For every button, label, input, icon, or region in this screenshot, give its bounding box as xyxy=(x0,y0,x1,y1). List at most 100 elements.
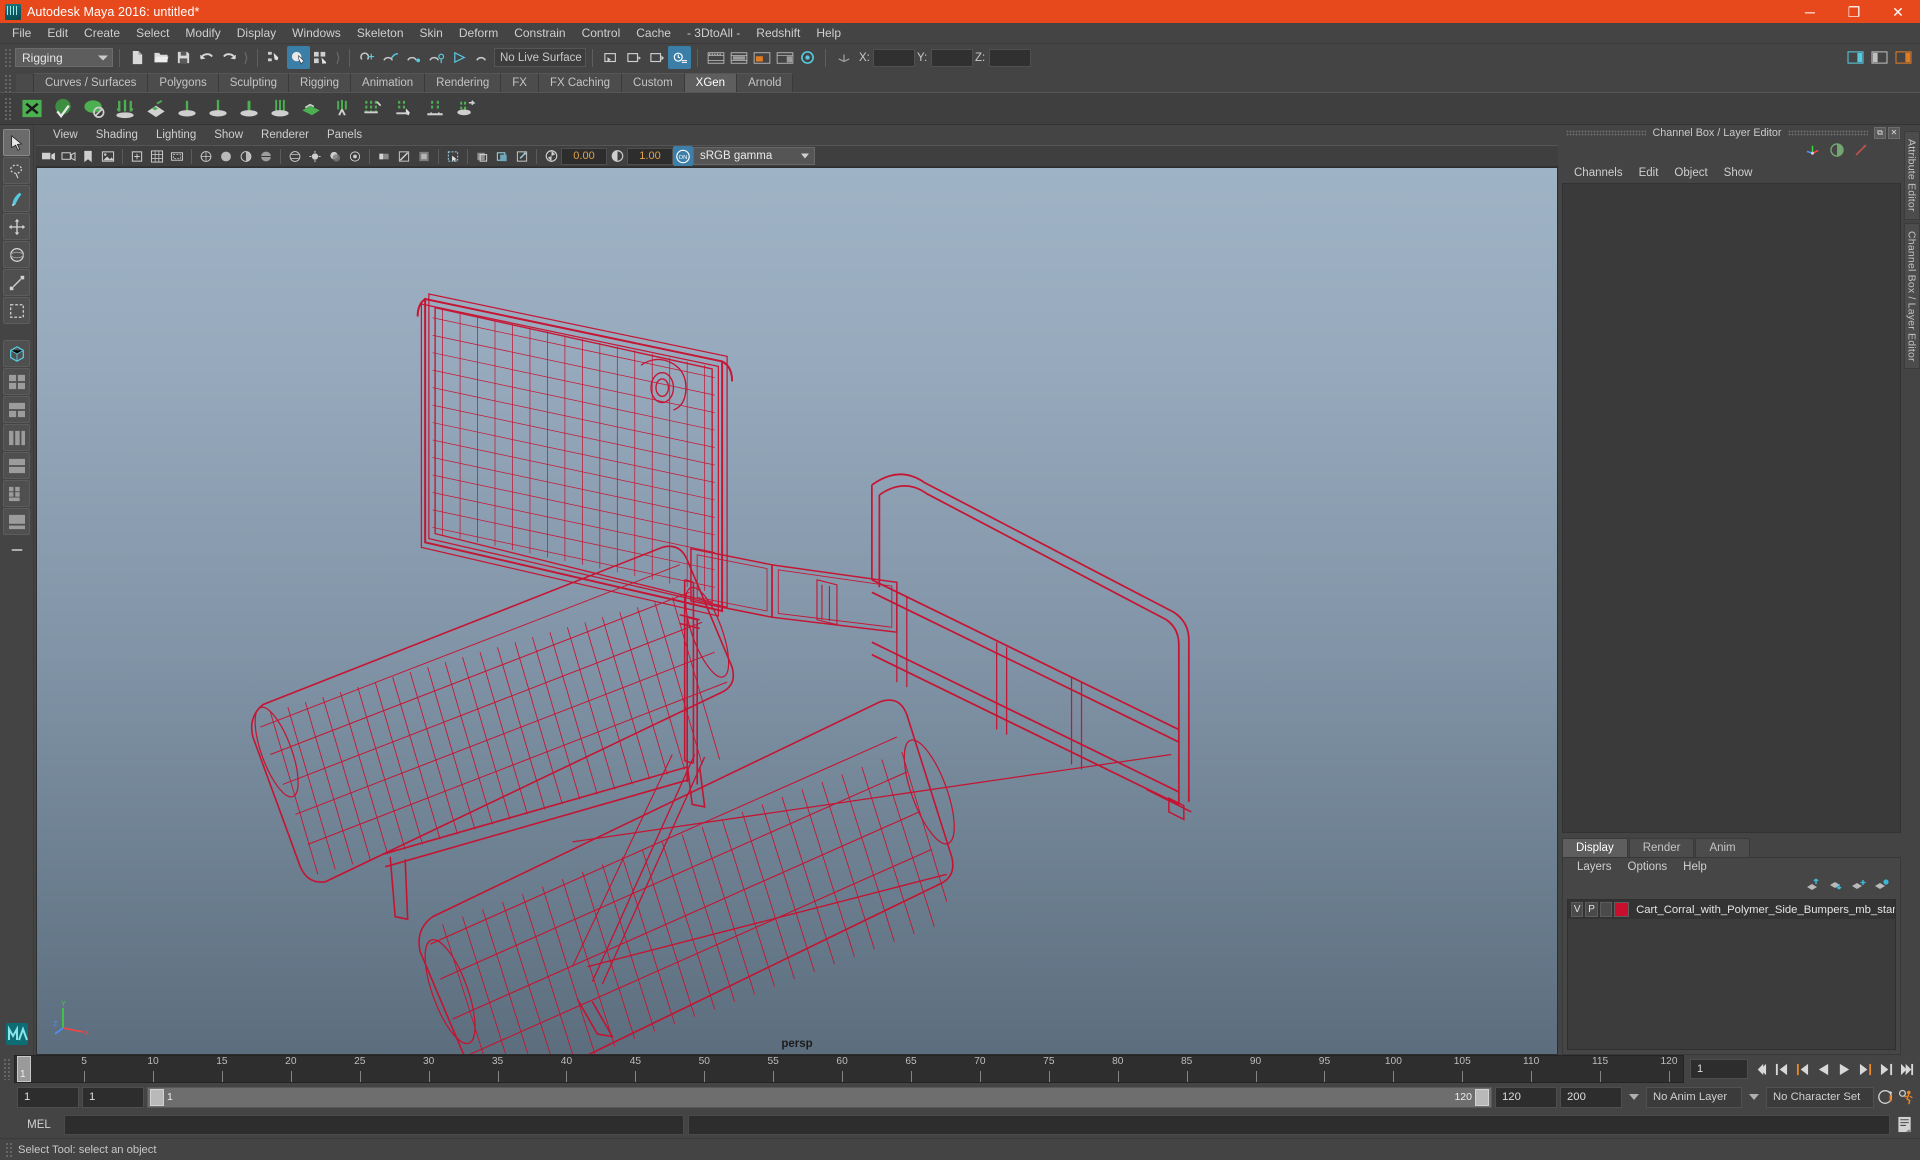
toggle-ui-elements-2[interactable] xyxy=(727,46,750,69)
layout-four-panes-icon[interactable] xyxy=(3,424,30,451)
xray-toggle-icon[interactable] xyxy=(472,146,492,166)
select-by-component-button[interactable] xyxy=(310,46,333,69)
image-plane-icon[interactable] xyxy=(98,146,118,166)
layout-three-panes-icon[interactable] xyxy=(3,396,30,423)
camera-attributes-icon[interactable] xyxy=(58,146,78,166)
toggle-ui-elements-3[interactable] xyxy=(750,46,773,69)
menu-skeleton[interactable]: Skeleton xyxy=(349,23,412,44)
ipr-render-button[interactable] xyxy=(645,46,668,69)
layout-two-panes-icon[interactable] xyxy=(3,368,30,395)
shelf-row-grip[interactable] xyxy=(4,97,12,121)
smooth-shade-selected-icon[interactable] xyxy=(236,146,256,166)
anim-layer-selector[interactable]: No Anim Layer xyxy=(1646,1087,1742,1108)
save-scene-button[interactable] xyxy=(172,46,195,69)
step-back-key-icon[interactable] xyxy=(1793,1059,1811,1079)
layer-list[interactable]: V P Cart_Corral_with_Polymer_Side_Bumper… xyxy=(1567,899,1896,1050)
graph-line-icon[interactable] xyxy=(1853,142,1869,163)
make-live-button[interactable] xyxy=(471,46,494,69)
menu-file[interactable]: File xyxy=(4,23,39,44)
shelf-options-button[interactable] xyxy=(16,74,34,92)
shelf-grip[interactable] xyxy=(4,74,12,92)
xgen-region-icon[interactable] xyxy=(419,94,450,123)
redo-button[interactable] xyxy=(218,46,241,69)
menu-cache[interactable]: Cache xyxy=(628,23,679,44)
ambient-occlusion-icon[interactable] xyxy=(345,146,365,166)
view-transform-selector[interactable]: sRGB gamma xyxy=(693,147,815,165)
shopping-cart-corral-wireframe-model[interactable] xyxy=(37,168,1557,1054)
maximize-button[interactable]: ❐ xyxy=(1832,0,1876,23)
use-all-lights-icon[interactable] xyxy=(305,146,325,166)
render-current-frame-button[interactable] xyxy=(622,46,645,69)
chevron-down-icon[interactable] xyxy=(1629,1094,1639,1100)
range-end-handle[interactable] xyxy=(1475,1089,1489,1106)
show-attribute-editor-button[interactable] xyxy=(1844,46,1867,69)
viewport-menu-lighting[interactable]: Lighting xyxy=(147,126,205,145)
range-start-handle[interactable] xyxy=(150,1089,164,1106)
menu-redshift[interactable]: Redshift xyxy=(748,23,808,44)
layer-tab-render[interactable]: Render xyxy=(1629,838,1695,857)
rotate-tool[interactable] xyxy=(3,241,30,268)
shelf-tab-fx-caching[interactable]: FX Caching xyxy=(539,73,622,92)
time-slider[interactable]: 1 51015202530354045505560657075808590951… xyxy=(14,1055,1684,1083)
statusline-grip[interactable] xyxy=(4,48,12,68)
chevron-down-icon[interactable] xyxy=(1749,1094,1759,1100)
select-by-object-type-button[interactable] xyxy=(287,46,310,69)
new-layer-from-selected-icon[interactable] xyxy=(1874,878,1890,897)
bookmark-icon[interactable] xyxy=(78,146,98,166)
snap-to-grid-button[interactable] xyxy=(356,46,379,69)
xgen-map-icon[interactable] xyxy=(140,94,171,123)
viewport-menu-view[interactable]: View xyxy=(44,126,87,145)
show-tool-settings-button[interactable] xyxy=(1868,46,1891,69)
menu-create[interactable]: Create xyxy=(76,23,128,44)
screen-space-ao-icon[interactable] xyxy=(414,146,434,166)
snap-to-projected-center-button[interactable] xyxy=(425,46,448,69)
move-layer-up-icon[interactable] xyxy=(1805,878,1821,897)
xgen-width-icon[interactable] xyxy=(233,94,264,123)
command-input[interactable] xyxy=(64,1115,684,1135)
wireframe-on-shaded-icon[interactable] xyxy=(256,146,276,166)
scale-tool[interactable] xyxy=(3,269,30,296)
help-line-grip[interactable] xyxy=(5,1142,13,1158)
auto-keyframe-icon[interactable] xyxy=(1877,1087,1895,1107)
texture-display-icon[interactable] xyxy=(285,146,305,166)
channel-box-content[interactable] xyxy=(1562,183,1901,833)
playhead[interactable]: 1 xyxy=(17,1056,31,1082)
viewport-menu-shading[interactable]: Shading xyxy=(87,126,147,145)
panel-undock-button[interactable]: ⧉ xyxy=(1874,127,1886,139)
xgen-preview-icon[interactable] xyxy=(47,94,78,123)
xgen-clump-icon[interactable] xyxy=(264,94,295,123)
menu-modify[interactable]: Modify xyxy=(177,23,228,44)
layer-playback-toggle[interactable]: P xyxy=(1585,902,1597,917)
step-back-frame-icon[interactable] xyxy=(1772,1059,1790,1079)
go-to-start-icon[interactable] xyxy=(1751,1059,1769,1079)
shelf-tab-curves-surfaces[interactable]: Curves / Surfaces xyxy=(34,73,148,92)
xgen-noise-icon[interactable] xyxy=(295,94,326,123)
anti-alias-icon[interactable] xyxy=(394,146,414,166)
xgen-render-icon[interactable] xyxy=(78,94,109,123)
layout-hypershade-icon[interactable] xyxy=(3,480,30,507)
gamma-field[interactable]: 1.00 xyxy=(627,148,673,165)
go-to-end-icon[interactable] xyxy=(1898,1059,1916,1079)
x-field[interactable] xyxy=(873,49,915,67)
exposure-reset-icon[interactable] xyxy=(512,146,532,166)
menu-windows[interactable]: Windows xyxy=(284,23,349,44)
exposure-field[interactable]: 0.00 xyxy=(561,148,607,165)
isolate-select-icon[interactable] xyxy=(443,146,463,166)
show-channel-box-button[interactable] xyxy=(1892,46,1915,69)
shelf-tab-custom[interactable]: Custom xyxy=(622,73,685,92)
color-management-toggle[interactable]: ON xyxy=(673,146,693,166)
render-settings-button[interactable] xyxy=(668,46,691,69)
xgen-description-icon[interactable] xyxy=(16,94,47,123)
toggle-ui-elements-4[interactable] xyxy=(773,46,796,69)
viewport-menu-show[interactable]: Show xyxy=(205,126,252,145)
play-backwards-icon[interactable] xyxy=(1814,1059,1832,1079)
snap-to-curve-button[interactable] xyxy=(379,46,402,69)
character-set-selector[interactable]: No Character Set xyxy=(1766,1087,1874,1108)
menu-select[interactable]: Select xyxy=(128,23,177,44)
xgen-density-icon[interactable] xyxy=(171,94,202,123)
xgen-guide-icon[interactable] xyxy=(388,94,419,123)
snap-to-view-plane-button[interactable] xyxy=(448,46,471,69)
toggle-ui-elements-1[interactable] xyxy=(704,46,727,69)
film-gate-icon[interactable] xyxy=(167,146,187,166)
select-tool[interactable] xyxy=(3,129,30,156)
